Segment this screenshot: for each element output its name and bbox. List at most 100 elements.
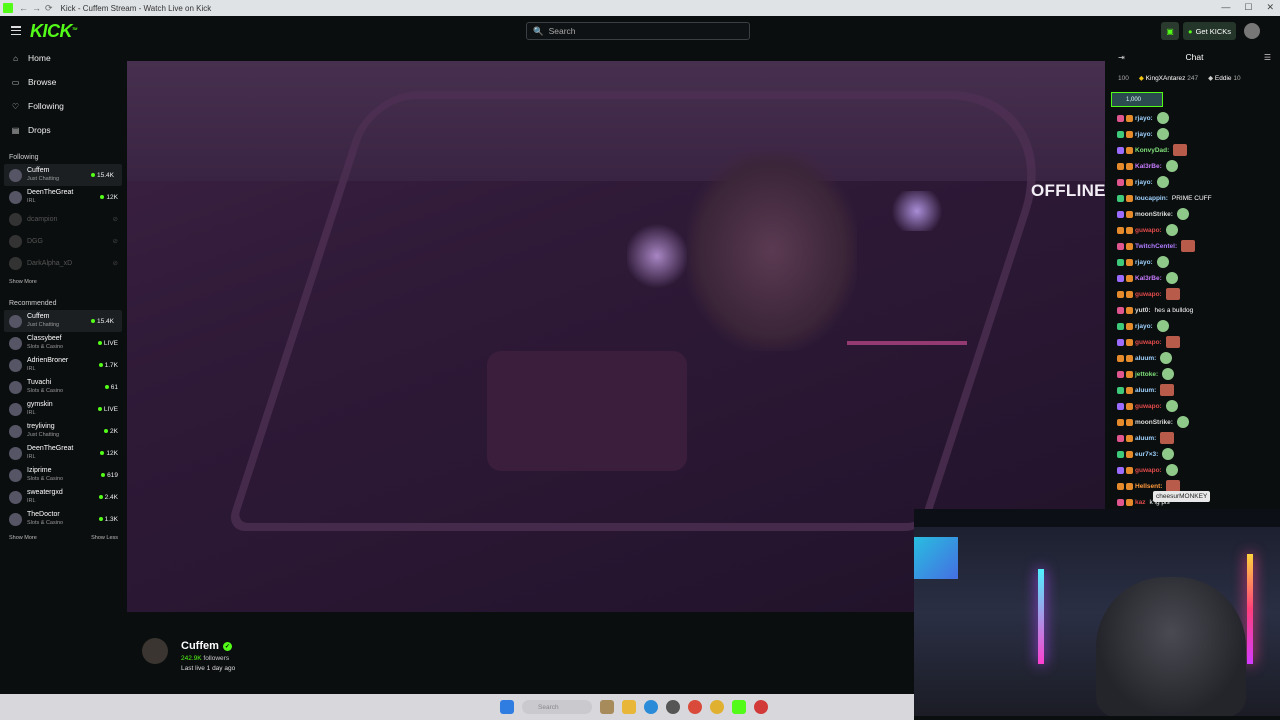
app-icon[interactable] [600, 700, 614, 714]
app-icon[interactable] [666, 700, 680, 714]
sidebar-channel-item[interactable]: DGG ⊘ [0, 230, 126, 252]
leaderboard-item[interactable]: ◆ KingXAntarez 247 [1139, 74, 1198, 82]
chat-message[interactable]: TwitchCentel: [1109, 238, 1280, 254]
chat-message[interactable]: loucappin: PRIME CUFF [1109, 190, 1280, 206]
chat-username[interactable]: Kal3rBe: [1135, 275, 1162, 282]
sidebar-channel-item[interactable]: Cuffem Just Chatting 15.4K [4, 164, 122, 186]
chat-username[interactable]: guwapo: [1135, 403, 1162, 410]
chat-message[interactable]: aluum: [1109, 350, 1280, 366]
chat-username[interactable]: guwapo: [1135, 467, 1162, 474]
maximize-icon[interactable]: ☐ [1244, 2, 1252, 13]
browser-nav-icons[interactable]: ←→⟳ [19, 3, 57, 14]
sidebar-channel-item[interactable]: sweatergxd IRL 2.4K [0, 486, 126, 508]
show-more-button[interactable]: Show More [9, 535, 37, 541]
chat-message[interactable]: aluum: [1109, 430, 1280, 446]
chat-message[interactable]: Kal3rBe: [1109, 158, 1280, 174]
emote-icon[interactable] [1160, 384, 1175, 396]
close-icon[interactable]: ✕ [1266, 2, 1274, 13]
emote-icon[interactable] [1160, 352, 1173, 364]
emote-icon[interactable] [1165, 272, 1178, 284]
sidebar-channel-item[interactable]: DeenTheGreat IRL 12K [0, 442, 126, 464]
emote-icon[interactable] [1160, 432, 1175, 444]
kick-app-icon[interactable] [732, 700, 746, 714]
app-icon[interactable] [754, 700, 768, 714]
chat-message[interactable]: rjayo: [1109, 126, 1280, 142]
following-show-more[interactable]: Show More [0, 274, 126, 290]
folder-icon[interactable] [622, 700, 636, 714]
emote-icon[interactable] [1181, 240, 1196, 252]
tab-title[interactable]: Kick - Cuffem Stream - Watch Live on Kic… [61, 4, 212, 13]
user-avatar[interactable] [1244, 23, 1260, 39]
chat-message[interactable]: moonStrike: [1109, 206, 1280, 222]
emote-icon[interactable] [1156, 128, 1169, 140]
emote-icon[interactable] [1156, 176, 1169, 188]
sidebar-nav-drops[interactable]: ▤ Drops [0, 118, 126, 142]
chat-message[interactable]: guwapo: [1109, 462, 1280, 478]
sidebar-channel-item[interactable]: AdrienBroner IRL 1.7K [0, 354, 126, 376]
chat-username[interactable]: moonStrike: [1135, 419, 1173, 426]
emote-icon[interactable] [1165, 288, 1180, 300]
sidebar-channel-item[interactable]: Iziprime Slots & Casino 619 [0, 464, 126, 486]
chat-username[interactable]: rjayo: [1135, 179, 1153, 186]
show-less-button[interactable]: Show Less [91, 535, 118, 541]
chat-username[interactable]: KonvyDad: [1135, 147, 1169, 154]
chat-username[interactable]: moonStrike: [1135, 211, 1173, 218]
chat-message[interactable]: eur7×3: [1109, 446, 1280, 462]
sidebar-nav-browse[interactable]: ▭ Browse [0, 70, 126, 94]
windows-start-icon[interactable] [500, 700, 514, 714]
chat-message[interactable]: guwapo: [1109, 286, 1280, 302]
gift-icon[interactable]: ▣ [1161, 22, 1180, 40]
chat-message[interactable]: rjayo: [1109, 254, 1280, 270]
chat-username[interactable]: yut0: [1135, 307, 1151, 314]
emote-icon[interactable] [1173, 144, 1188, 156]
search-input[interactable]: 🔍 Search [526, 22, 750, 40]
chat-message[interactable]: guwapo: [1109, 334, 1280, 350]
chat-username[interactable]: Hellsent: [1135, 483, 1162, 490]
chat-username[interactable]: guwapo: [1135, 291, 1162, 298]
chat-username[interactable]: eur7×3: [1135, 451, 1158, 458]
emote-icon[interactable] [1156, 256, 1169, 268]
chat-username[interactable]: jettoke: [1135, 371, 1158, 378]
sidebar-channel-item[interactable]: Classybeef Slots & Casino LIVE [0, 332, 126, 354]
emote-icon[interactable] [1156, 320, 1169, 332]
taskbar-search[interactable]: Search [522, 700, 592, 714]
minimize-icon[interactable]: — [1221, 2, 1230, 13]
sidebar-channel-item[interactable]: Tuvachi Slots & Casino 61 [0, 376, 126, 398]
chat-message[interactable]: jettoke: [1109, 366, 1280, 382]
chat-message[interactable]: KonvyDad: [1109, 142, 1280, 158]
chat-username[interactable]: aluum: [1135, 355, 1156, 362]
chat-users-icon[interactable]: ☰ [1264, 53, 1271, 62]
emote-icon[interactable] [1165, 400, 1178, 412]
emote-icon[interactable] [1176, 208, 1189, 220]
sidebar-channel-item[interactable]: gymskin IRL LIVE [0, 398, 126, 420]
hamburger-menu-icon[interactable] [11, 26, 21, 35]
emote-icon[interactable] [1162, 368, 1175, 380]
chat-username[interactable]: aluum: [1135, 387, 1156, 394]
channel-name[interactable]: Cuffem ✓ [181, 640, 232, 652]
chat-message[interactable]: aluum: [1109, 382, 1280, 398]
sidebar-channel-item[interactable]: dcampion ⊘ [0, 208, 126, 230]
chat-username[interactable]: guwapo: [1135, 227, 1162, 234]
chat-message[interactable]: moonStrike: [1109, 414, 1280, 430]
edge-icon[interactable] [644, 700, 658, 714]
sidebar-channel-item[interactable]: treyliving Just Chatting 2K [0, 420, 126, 442]
channel-avatar[interactable] [142, 638, 168, 664]
chat-username[interactable]: kaz [1135, 499, 1145, 506]
leaderboard-item[interactable]: 100 [1118, 75, 1129, 82]
emote-icon[interactable] [1165, 224, 1178, 236]
sidebar-channel-item[interactable]: DarkAlpha_xD ⊘ [0, 252, 126, 274]
chat-message[interactable]: rjayo: [1109, 174, 1280, 190]
emote-icon[interactable] [1162, 448, 1175, 460]
get-kicks-button[interactable]: ● Get KICKs [1183, 22, 1236, 40]
sidebar-channel-item[interactable]: DeenTheGreat IRL 12K [0, 186, 126, 208]
collapse-chat-icon[interactable]: ⇥ [1118, 53, 1125, 62]
emote-icon[interactable] [1176, 416, 1189, 428]
app-icon[interactable] [688, 700, 702, 714]
chat-message[interactable]: rjayo: [1109, 110, 1280, 126]
chat-username[interactable]: rjayo: [1135, 115, 1153, 122]
emote-icon[interactable] [1165, 336, 1180, 348]
chat-username[interactable]: rjayo: [1135, 131, 1153, 138]
chat-username[interactable]: aluum: [1135, 435, 1156, 442]
chat-message[interactable]: guwapo: [1109, 222, 1280, 238]
chat-username[interactable]: rjayo: [1135, 259, 1153, 266]
